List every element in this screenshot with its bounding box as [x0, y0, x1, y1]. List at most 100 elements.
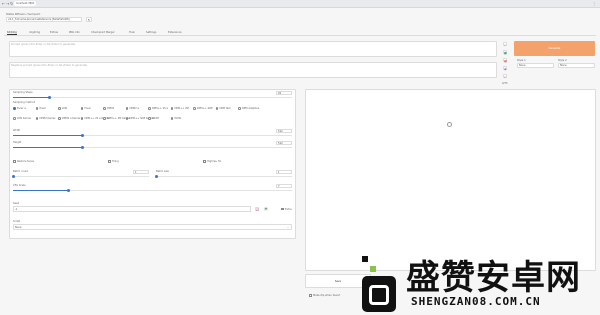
trash-icon[interactable]: ■: [503, 50, 507, 55]
batch-count-number[interactable]: 1: [133, 170, 149, 174]
sampling-method-radio[interactable]: [80, 117, 83, 120]
sampling-method-radio[interactable]: [125, 117, 128, 120]
sampling-method-radio[interactable]: [148, 107, 151, 110]
sampling-method-radio[interactable]: [238, 107, 241, 110]
script-value: None: [15, 226, 22, 229]
tiling-label: Tiling: [112, 160, 119, 163]
style1-label: Style 1: [517, 59, 526, 62]
recycle-icon[interactable]: ♻: [264, 207, 268, 212]
sampling-method-label-item: Euler a: [17, 107, 26, 110]
kebab-menu-icon[interactable]: ⋮: [592, 1, 596, 6]
extra-label: Extra: [285, 207, 292, 211]
sampling-method-radio[interactable]: [58, 117, 61, 120]
restore-faces-label: Restore faces: [17, 160, 34, 163]
sampling-method-radio[interactable]: [148, 117, 151, 120]
checkpoint-label: Stable Diffusion checkpoint: [6, 13, 41, 16]
sampling-steps-number[interactable]: 20: [276, 91, 292, 95]
sampling-method-radio[interactable]: [193, 107, 196, 110]
height-slider[interactable]: [13, 146, 292, 149]
forward-arrow-icon[interactable]: →: [6, 1, 9, 6]
sampling-method-radio[interactable]: [215, 107, 218, 110]
sampling-method-radio[interactable]: [35, 107, 38, 110]
sampling-method-label-item: LMS: [62, 107, 68, 110]
batch-size-slider[interactable]: [154, 175, 292, 178]
sampling-method-label-item: Euler: [39, 107, 46, 110]
sampling-method-radio[interactable]: [13, 117, 16, 120]
sampling-method-label-item: DPM++ 2S a: [152, 107, 169, 110]
sampling-method-radio[interactable]: [80, 107, 83, 110]
width-slider[interactable]: [13, 134, 292, 137]
seed-input[interactable]: -1: [13, 206, 251, 212]
sampling-method-radio[interactable]: [125, 107, 128, 110]
width-number[interactable]: 512: [276, 129, 292, 133]
sampling-method-radio[interactable]: [103, 117, 106, 120]
batch-count-slider[interactable]: [11, 175, 149, 178]
sampling-method-label-item: DPM2 Karras: [39, 117, 56, 120]
batch-size-number[interactable]: 1: [276, 170, 292, 174]
height-number[interactable]: 512: [276, 141, 292, 145]
browser-chrome: ← → ↻ localhost:7861 ⋮: [0, 0, 600, 8]
sampling-method-label-item: DPM++ 2S a Karras: [84, 117, 110, 120]
tab-divider: [4, 34, 596, 35]
web-ui: Stable Diffusion checkpoint v2-1_512-ema…: [0, 8, 600, 315]
make-zip-checkbox[interactable]: [309, 294, 312, 297]
sampling-method-label-item: DPM fast: [219, 107, 231, 110]
style2-label: Style 2: [558, 59, 567, 62]
width-label: Width: [13, 129, 21, 132]
watermark-chinese-text: 盛赞安卓网: [406, 258, 581, 298]
negative-prompt-input[interactable]: Negative prompt (press Ctrl+Enter or Alt…: [9, 62, 497, 78]
sampling-method-radio[interactable]: [35, 117, 38, 120]
address-bar[interactable]: localhost:7861: [14, 1, 36, 6]
sampling-method-label-item: DPM2 a Karras: [62, 117, 81, 120]
image-icon: [447, 122, 452, 127]
token-counter: 0/75: [502, 82, 508, 85]
reload-icon[interactable]: ↻: [10, 1, 13, 6]
sampling-method-label-item: DPM2: [107, 107, 115, 110]
chevron-down-icon: ⌄: [286, 226, 289, 229]
style2-select[interactable]: None: [558, 63, 595, 68]
sampling-method-radio[interactable]: [170, 107, 173, 110]
sampling-method-label-item: DPM adaptive: [242, 107, 260, 110]
sampling-method-radio[interactable]: [170, 117, 173, 120]
settings-panel: [9, 89, 296, 239]
cfg-scale-label: CFG Scale: [13, 184, 26, 187]
sampling-steps-slider[interactable]: [13, 96, 292, 99]
sampling-method-radio[interactable]: [58, 107, 61, 110]
style1-select[interactable]: None: [517, 63, 554, 68]
generate-button[interactable]: Generate: [514, 41, 595, 56]
sampling-method-label-item: Heun: [84, 107, 92, 110]
tiling-checkbox[interactable]: [108, 160, 111, 163]
art-icon[interactable]: ◉: [503, 66, 507, 71]
prompt-input[interactable]: Prompt (press Ctrl+Enter or Alt+Enter to…: [9, 41, 497, 57]
watermark-url: SHENGZAN08.COM.CN: [411, 295, 541, 308]
sampling-method-label-item: PLMS: [174, 117, 182, 120]
sampling-method-label-item: LMS Karras: [17, 117, 31, 120]
cfg-scale-number[interactable]: 7: [276, 184, 292, 188]
dice-icon[interactable]: ⚀: [255, 207, 259, 212]
hires-fix-checkbox[interactable]: [203, 160, 206, 163]
sampling-steps-label: Sampling Steps: [13, 91, 33, 94]
batch-size-label: Batch size: [156, 170, 169, 173]
script-select[interactable]: None ⌄: [13, 224, 292, 230]
arrow-icon[interactable]: ↙: [503, 42, 507, 47]
sampling-method-label-item: DPM2 a: [129, 107, 140, 110]
script-label: Script: [13, 220, 21, 223]
output-image-area: [305, 89, 596, 271]
save-style-icon[interactable]: ▫: [503, 74, 507, 79]
watermark-logo: [360, 256, 398, 314]
checkpoint-select[interactable]: v2-1_512-ema-pruned.safetensors [8a4e5a5…: [6, 17, 82, 22]
sampling-method-radio[interactable]: [103, 107, 106, 110]
hires-fix-label: Highres. fix: [207, 160, 222, 163]
sampling-method-label-item: DPM++ SDE: [197, 107, 213, 110]
refresh-icon[interactable]: ↻: [86, 17, 92, 22]
extra-checkbox[interactable]: [281, 207, 284, 210]
clipboard-icon[interactable]: ▦: [503, 58, 507, 63]
restore-faces-checkbox[interactable]: [13, 160, 16, 163]
cfg-scale-slider[interactable]: [13, 189, 292, 192]
seed-label: Seed: [13, 202, 20, 205]
sampling-method-label-item: DDIM: [152, 117, 159, 120]
batch-count-label: Batch count: [13, 170, 29, 173]
back-arrow-icon[interactable]: ←: [2, 1, 5, 6]
sampling-method-label-item: DPM++ 2M: [174, 107, 189, 110]
sampling-method-radio[interactable]: [13, 107, 16, 110]
